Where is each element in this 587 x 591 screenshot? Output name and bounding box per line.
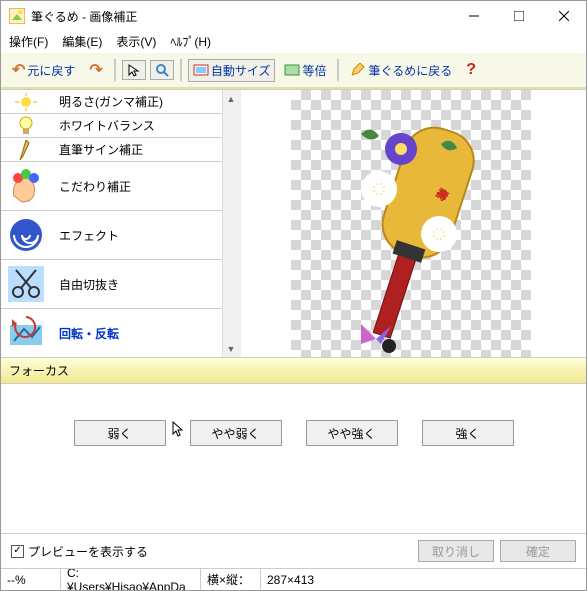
scroll-down-icon[interactable]: ▼ — [223, 340, 239, 357]
toolbar: ↶ 元に戻す ↷ 自動サイズ 等倍 筆ぐるめに戻る ? — [1, 53, 586, 89]
sidebar-item-rotate[interactable]: 回転・反転 — [1, 309, 239, 357]
pencil-icon — [350, 63, 366, 77]
bottom-row: プレビューを表示する 取り消し 確定 — [1, 534, 586, 568]
back-label: 筆ぐるめに戻る — [368, 62, 452, 79]
section-title: フォーカス — [9, 364, 69, 378]
undo-arrow-icon: ↶ — [12, 60, 25, 80]
ok-label: 確定 — [526, 543, 550, 560]
sidebar-item-gamma[interactable]: 明るさ(ガンマ補正) — [1, 90, 239, 114]
option-label: 弱く — [107, 425, 131, 442]
actualsize-label: 等倍 — [302, 62, 326, 79]
cancel-button[interactable]: 取り消し — [418, 540, 494, 562]
preview-checkbox-label: プレビューを表示する — [28, 543, 148, 560]
sidebar-item-label: ホワイトバランス — [51, 117, 239, 134]
help-button[interactable]: ? — [461, 58, 481, 82]
sidebar-item-whitebalance[interactable]: ホワイトバランス — [1, 114, 239, 138]
sidebar: 明るさ(ガンマ補正) ホワイトバランス 直筆サイン補正 こだわり補正 エフェクト… — [1, 90, 241, 357]
maximize-button[interactable] — [496, 2, 541, 30]
redo-arrow-icon: ↷ — [89, 60, 102, 80]
option-label: 強く — [455, 425, 479, 442]
sidebar-item-advanced[interactable]: こだわり補正 — [1, 162, 239, 211]
option-slightly-strong[interactable]: やや強く — [306, 420, 398, 446]
menu-file[interactable]: 操作(F) — [9, 33, 48, 50]
ok-button[interactable]: 確定 — [500, 540, 576, 562]
zoom-tool[interactable] — [150, 60, 174, 80]
pointer-icon — [127, 63, 141, 77]
sidebar-item-freeclip[interactable]: 自由切抜き — [1, 260, 239, 309]
sidebar-item-label: こだわり補正 — [51, 178, 239, 195]
menu-help[interactable]: ﾍﾙﾌﾟ(H) — [170, 33, 211, 50]
redo-button[interactable]: ↷ — [84, 57, 107, 83]
sidebar-scrollbar[interactable]: ▲ ▼ — [222, 90, 239, 357]
minimize-button[interactable] — [451, 2, 496, 30]
help-icon: ? — [466, 61, 476, 79]
swirl-icon — [6, 215, 46, 255]
undo-label: 元に戻す — [27, 62, 75, 79]
bulb-icon — [17, 116, 35, 136]
title-bar: 筆ぐるめ - 画像補正 — [1, 1, 586, 31]
pen-icon — [17, 140, 35, 160]
menu-view[interactable]: 表示(V) — [116, 33, 156, 50]
option-label: やや弱く — [211, 425, 259, 442]
option-strong[interactable]: 強く — [422, 420, 514, 446]
magnifier-icon — [155, 63, 169, 77]
actualsize-icon — [284, 63, 300, 77]
sidebar-item-effect[interactable]: エフェクト — [1, 211, 239, 260]
sidebar-item-label: 直筆サイン補正 — [51, 141, 239, 158]
correction-list: 明るさ(ガンマ補正) ホワイトバランス 直筆サイン補正 こだわり補正 エフェクト… — [1, 90, 239, 357]
status-bar: --% C:¥Users¥Hisao¥AppDa 横×縦： 287×413 — [1, 568, 586, 590]
cancel-label: 取り消し — [432, 543, 480, 560]
sidebar-item-label: 自由切抜き — [51, 276, 239, 293]
scissors-icon — [6, 264, 46, 304]
status-path: C:¥Users¥Hisao¥AppDa — [61, 569, 201, 590]
sidebar-item-label: 回転・反転 — [51, 325, 239, 342]
rotate-icon — [6, 313, 46, 353]
option-weak[interactable]: 弱く — [74, 420, 166, 446]
sidebar-item-label: 明るさ(ガンマ補正) — [51, 93, 239, 110]
preview-image: 壽 — [301, 94, 521, 357]
status-zoom: --% — [1, 569, 61, 590]
window-title: 筆ぐるめ - 画像補正 — [31, 8, 451, 25]
autosize-label: 自動サイズ — [211, 62, 271, 79]
options-panel: 弱く やや弱く やや強く 強く — [1, 384, 586, 534]
option-label: やや強く — [327, 425, 375, 442]
actualsize-button[interactable]: 等倍 — [279, 59, 331, 82]
menu-edit[interactable]: 編集(E) — [62, 33, 102, 50]
status-dims-value: 287×413 — [261, 569, 320, 590]
option-slightly-weak[interactable]: やや弱く — [190, 420, 282, 446]
main-area: 明るさ(ガンマ補正) ホワイトバランス 直筆サイン補正 こだわり補正 エフェクト… — [1, 89, 586, 357]
sidebar-item-handwriting[interactable]: 直筆サイン補正 — [1, 138, 239, 162]
app-icon — [9, 8, 25, 24]
section-header: フォーカス — [1, 357, 586, 384]
autosize-icon — [193, 63, 209, 77]
back-button[interactable]: 筆ぐるめに戻る — [345, 59, 457, 82]
preview-pane: 壽 — [241, 90, 586, 357]
sun-icon — [15, 93, 37, 111]
pointer-tool[interactable] — [122, 60, 146, 80]
menu-bar: 操作(F) 編集(E) 表示(V) ﾍﾙﾌﾟ(H) — [1, 31, 586, 53]
sidebar-item-label: エフェクト — [51, 227, 239, 244]
status-dims-label: 横×縦： — [201, 569, 261, 590]
close-button[interactable] — [541, 2, 586, 30]
window-controls — [451, 2, 586, 30]
preview-checkbox[interactable] — [11, 545, 24, 558]
autosize-button[interactable]: 自動サイズ — [188, 59, 276, 82]
undo-button[interactable]: ↶ 元に戻す — [7, 57, 80, 83]
scroll-up-icon[interactable]: ▲ — [223, 90, 239, 107]
hand-icon — [6, 166, 46, 206]
